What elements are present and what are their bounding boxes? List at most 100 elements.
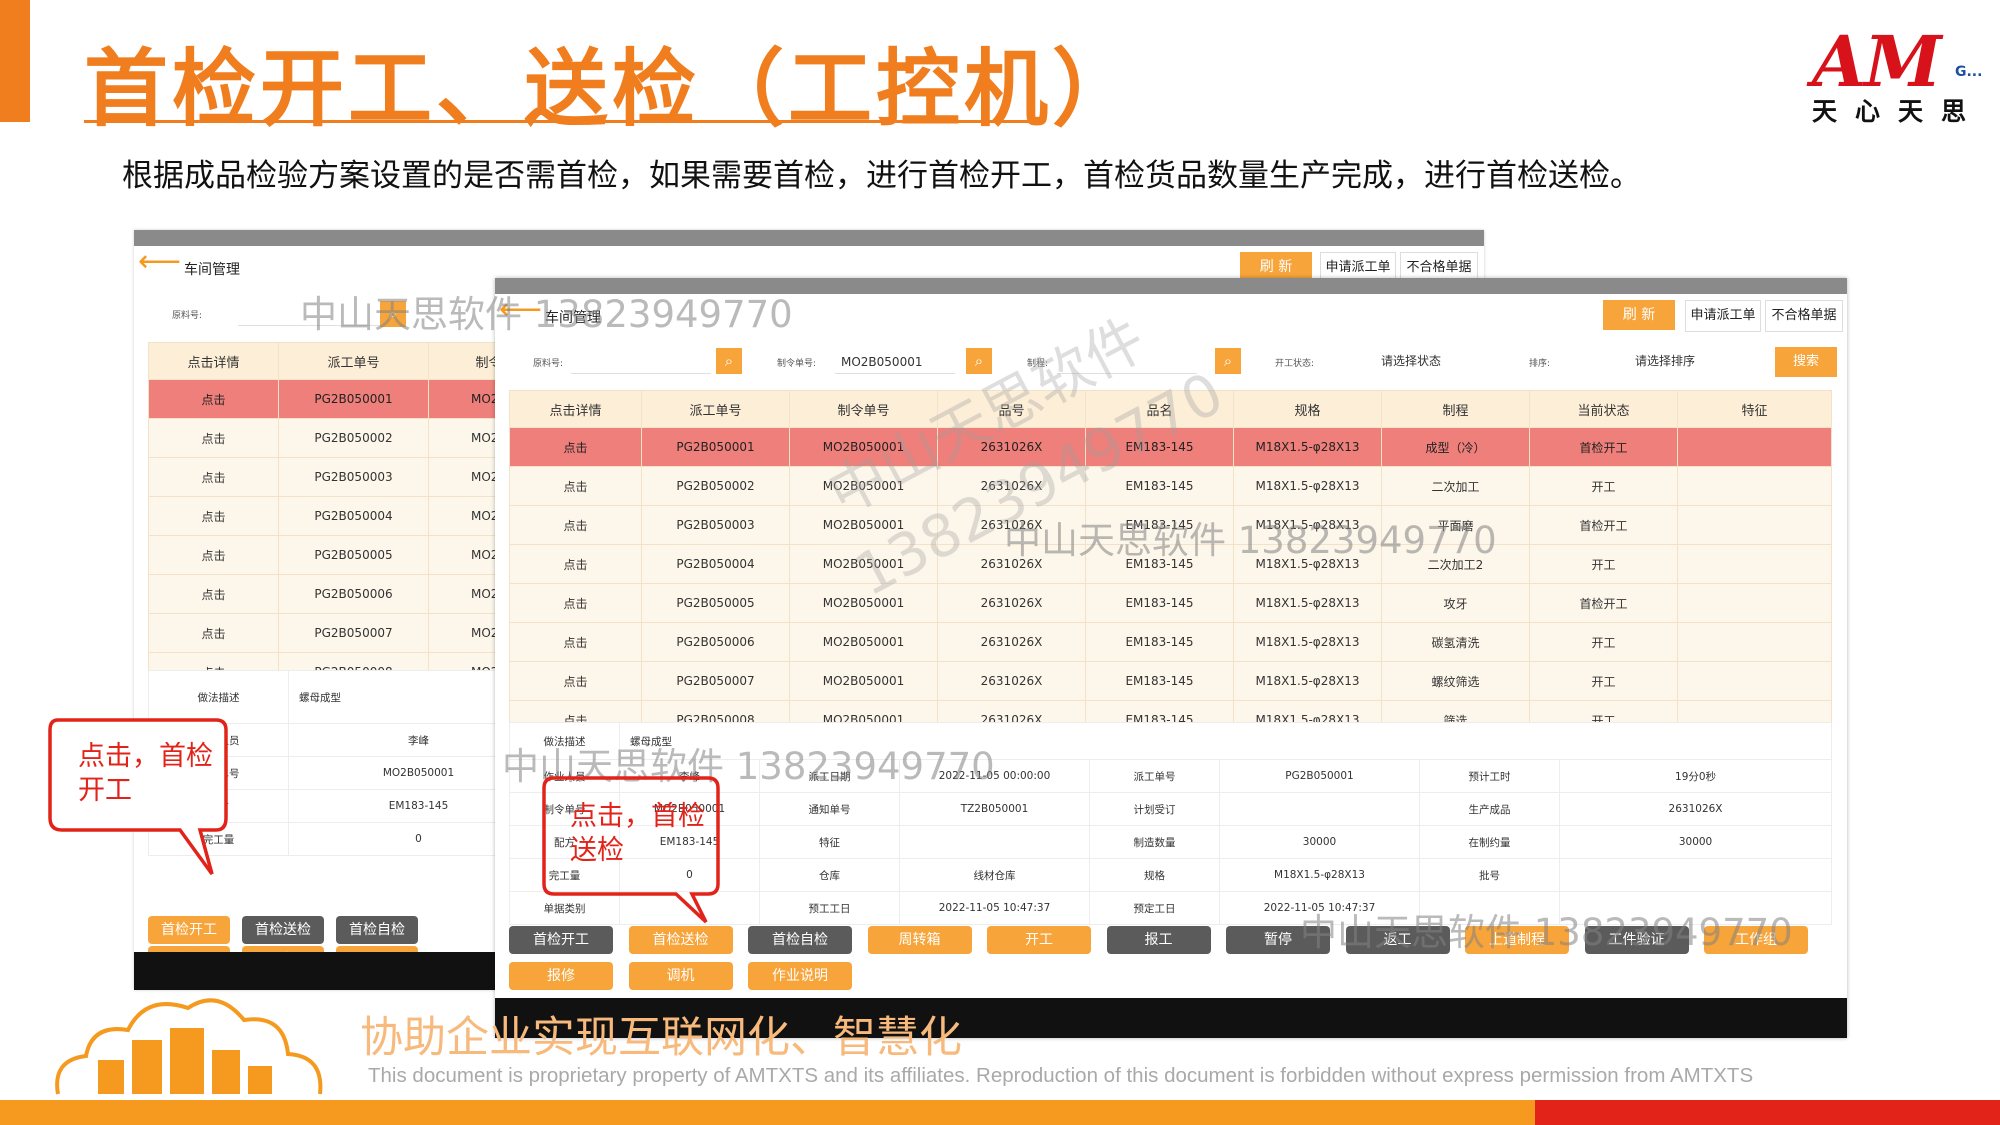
apply-dispatch-button[interactable]: 申请派工单 (1685, 300, 1761, 332)
action-button[interactable]: 作业说明 (748, 962, 852, 990)
detail-cell: M18X1.5-φ28X13 (1219, 858, 1420, 892)
front-dispatch-table: 点击详情 派工单号 制令单号 品号 品名 规格 制程 当前状态 特征 点击 PG2B050001 M… (509, 390, 1832, 740)
status-strip (495, 278, 1847, 294)
table-cell[interactable]: 点击 (148, 613, 279, 653)
table-row[interactable]: 点击 PG2B050006 MO2E (148, 574, 549, 614)
search-icon[interactable]: ⌕ (380, 301, 406, 327)
search-icon[interactable]: ⌕ (716, 348, 742, 374)
action-button[interactable]: 开工 (987, 926, 1091, 954)
table-cell[interactable]: 点击 (509, 622, 642, 662)
action-button[interactable]: 返工 (1345, 926, 1450, 954)
table-cell: EM183-145 (1085, 544, 1234, 584)
action-button[interactable]: 工作组 (1704, 926, 1808, 954)
table-row[interactable]: 点击 PG2B050006 MO2B050001 2631026X EM183-145 M… (509, 622, 1832, 662)
back-arrow-icon[interactable]: ⟵ (499, 292, 542, 327)
action-button[interactable]: 首检自检 (748, 926, 852, 954)
table-cell[interactable]: 点击 (148, 574, 279, 614)
table-row[interactable]: 点击 PG2B050004 MO2E (148, 496, 549, 536)
table-cell[interactable]: 点击 (148, 457, 279, 497)
action-button[interactable]: 工件验证 (1584, 926, 1689, 954)
table-row[interactable]: 点击 PG2B050005 MO2B050001 2631026X EM183-145 M… (509, 583, 1832, 623)
table-cell: M18X1.5-φ28X13 (1233, 544, 1382, 584)
table-row[interactable]: 点击 PG2B050007 MO2B050001 2631026X EM183-145 M… (509, 661, 1832, 701)
detail-cell: 派工日期 (759, 759, 900, 793)
title-underline (84, 120, 1044, 123)
action-button[interactable]: 调机 (628, 962, 733, 990)
action-button[interactable]: 报工 (1106, 926, 1211, 954)
detail-cell (1558, 858, 1833, 892)
table-cell[interactable]: 点击 (148, 379, 279, 419)
table-row[interactable]: 点击 PG2B050005 MO2E (148, 535, 549, 575)
footer-bar-orange (0, 1100, 1535, 1125)
action-button[interactable]: 首检送检 (242, 916, 324, 944)
action-button[interactable]: 报修 (509, 962, 613, 990)
table-cell[interactable]: 点击 (509, 583, 642, 623)
detail-cell (1419, 891, 1560, 925)
raw-material-input[interactable] (571, 350, 711, 374)
table-cell: PG2B050003 (641, 505, 790, 545)
table-cell[interactable]: 点击 (509, 466, 642, 506)
table-row[interactable]: 点击 PG2B050007 MO2E (148, 613, 549, 653)
action-button[interactable]: 首检开工 (509, 926, 613, 954)
table-cell (1677, 583, 1832, 623)
desc-value: 螺母成型 (618, 722, 1833, 760)
table-cell: PG2B050003 (278, 457, 429, 497)
detail-cell: 2022-11-05 10:47:37 (899, 891, 1090, 925)
table-cell (1677, 427, 1832, 467)
table-row[interactable]: 点击 PG2B050001 MO2E (148, 379, 549, 419)
slide-subtitle: 根据成品检验方案设置的是否需首检，如果需要首检，进行首检开工，首检货品数量生产完… (122, 158, 1641, 194)
detail-cell (1219, 792, 1420, 826)
table-row[interactable]: 点击 PG2B050002 MO2E (148, 418, 549, 458)
table-cell: MO2B050001 (789, 466, 938, 506)
table-cell: PG2B050005 (641, 583, 790, 623)
status-strip (134, 230, 1484, 246)
table-row[interactable]: 点击 PG2B050003 MO2B050001 2631026X EM183-145 M… (509, 505, 1832, 545)
table-cell: PG2B050002 (278, 418, 429, 458)
table-cell: EM183-145 (1085, 661, 1234, 701)
action-button[interactable]: 首检开工 (148, 916, 230, 944)
table-cell: 开工 (1529, 544, 1678, 584)
start-status-select[interactable]: 请选择状态 (1331, 348, 1491, 374)
refresh-button[interactable]: 刷 新 (1603, 300, 1675, 330)
table-cell: EM183-145 (1085, 505, 1234, 545)
raw-material-label: 原料号: (172, 311, 203, 321)
action-button[interactable]: 暂停 (1226, 926, 1330, 954)
table-cell: MO2B050001 (789, 661, 938, 701)
table-cell[interactable]: 点击 (509, 544, 642, 584)
raw-material-input[interactable] (238, 302, 388, 326)
table-cell: 开工 (1529, 661, 1678, 701)
sort-select[interactable]: 请选择排序 (1585, 348, 1745, 374)
action-button[interactable]: 首检送检 (628, 926, 733, 954)
search-icon[interactable]: ⌕ (1215, 348, 1241, 374)
table-cell[interactable]: 点击 (509, 661, 642, 701)
table-row[interactable]: 点击 PG2B050001 MO2B050001 2631026X EM183-145 M… (509, 427, 1832, 467)
table-row[interactable]: 点击 PG2B050004 MO2B050001 2631026X EM183-145 M… (509, 544, 1832, 584)
table-cell[interactable]: 点击 (509, 505, 642, 545)
action-button[interactable]: 周转箱 (867, 926, 972, 954)
table-cell[interactable]: 点击 (509, 427, 642, 467)
nonconforming-button[interactable]: 不合格单据 (1765, 300, 1843, 332)
table-cell: 螺纹筛选 (1381, 661, 1530, 701)
table-cell: MO2B050001 (789, 583, 938, 623)
detail-cell: 30000 (1219, 825, 1420, 859)
table-row[interactable]: 点击 PG2B050003 MO2E (148, 457, 549, 497)
search-icon[interactable]: ⌕ (966, 348, 992, 374)
table-cell: MO2B050001 (789, 544, 938, 584)
table-row[interactable]: 点击 PG2B050002 MO2B050001 2631026X EM183-145 M… (509, 466, 1832, 506)
footer-bar-red (1535, 1100, 2000, 1125)
table-cell[interactable]: 点击 (148, 535, 279, 575)
table-cell: 二次加工 (1381, 466, 1530, 506)
table-cell[interactable]: 点击 (148, 418, 279, 458)
search-button[interactable]: 搜索 (1775, 347, 1837, 377)
column-header: 制程 (1381, 390, 1530, 428)
table-cell[interactable]: 点击 (148, 496, 279, 536)
action-button[interactable]: 首检自检 (336, 916, 418, 944)
order-no-input[interactable]: MO2B050001 (835, 350, 955, 374)
back-arrow-icon[interactable]: ⟵ (138, 244, 181, 279)
table-cell: M18X1.5-φ28X13 (1233, 427, 1382, 467)
column-header: 规格 (1233, 390, 1382, 428)
process-input[interactable] (1057, 350, 1197, 374)
detail-cell: 派工单号 (1089, 759, 1220, 793)
action-button[interactable]: 上道制程 (1465, 926, 1569, 954)
column-header: 点击详情 (148, 342, 279, 380)
